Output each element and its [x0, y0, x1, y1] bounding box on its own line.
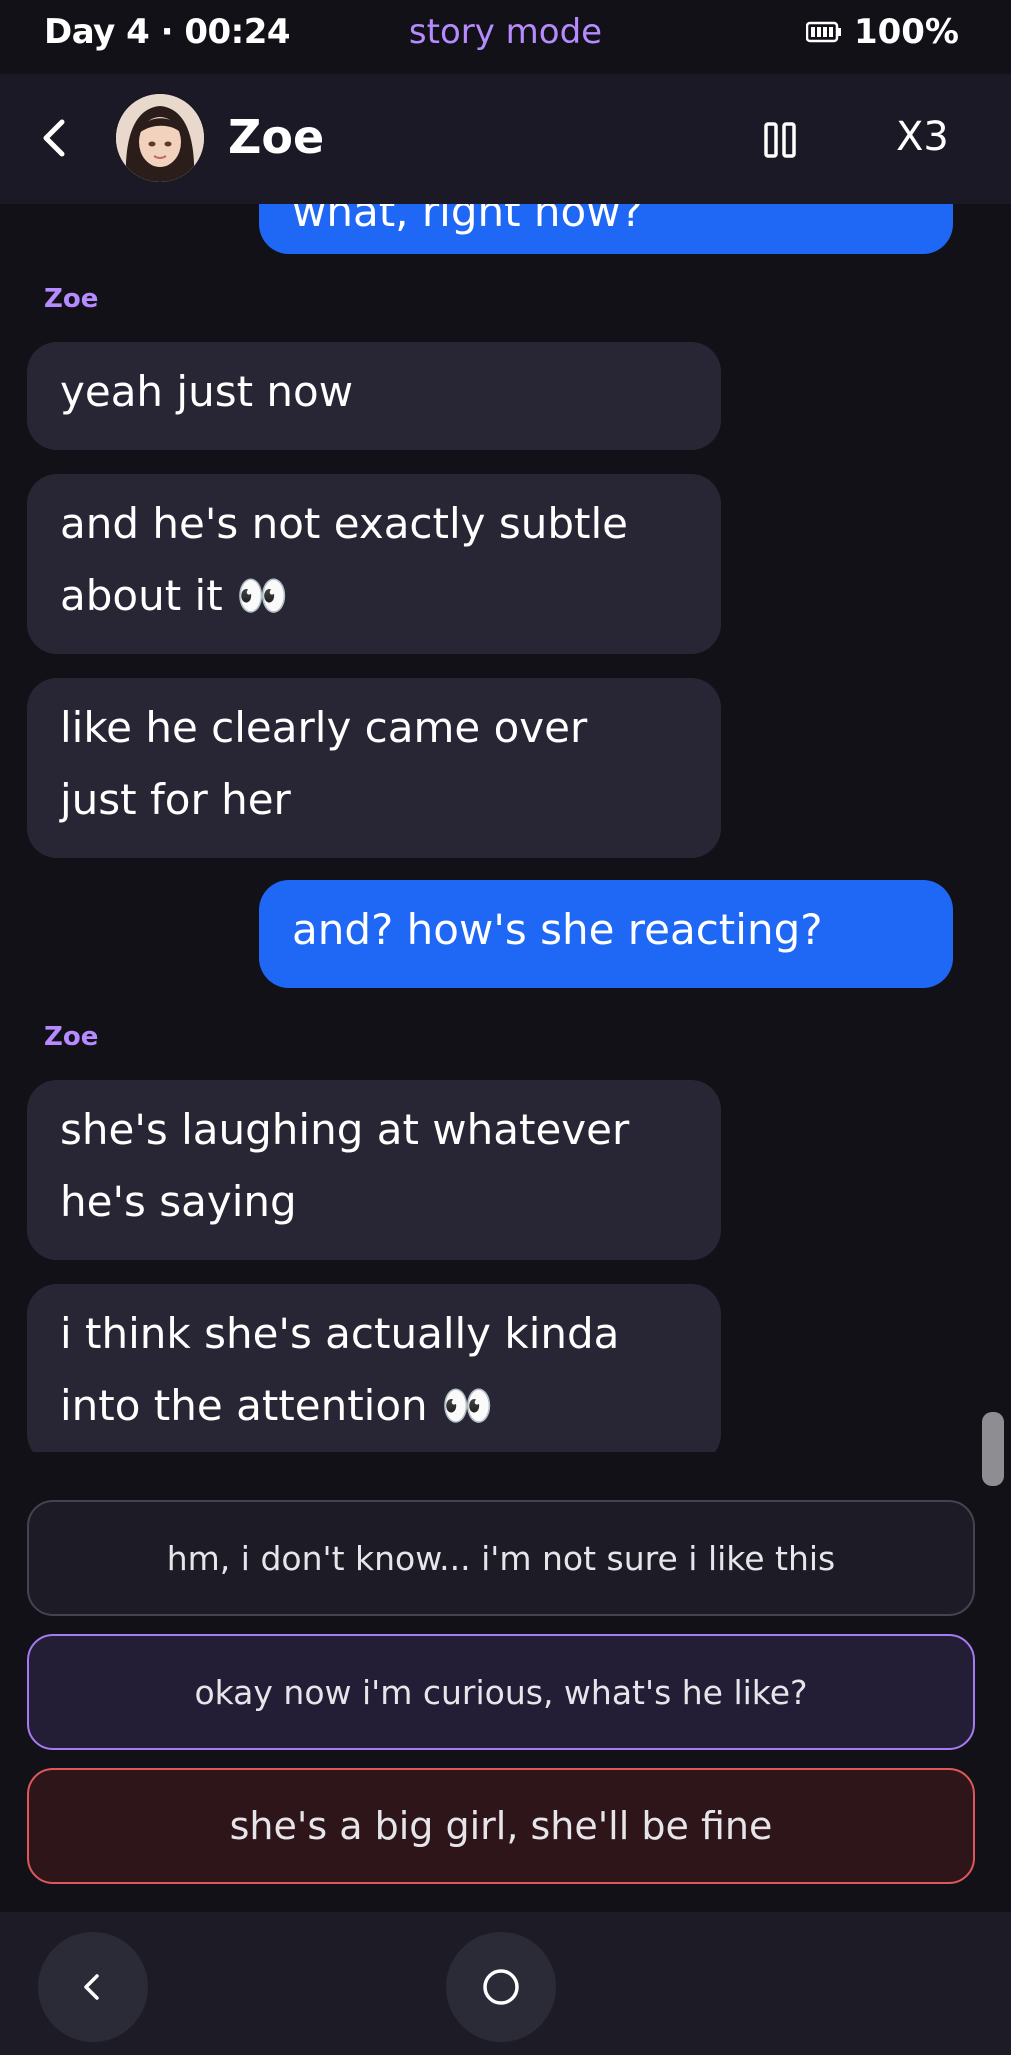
avatar[interactable]: [116, 94, 204, 182]
incoming-message: like he clearly came over just for her: [27, 678, 721, 858]
nav-home-icon: [483, 1969, 519, 2005]
battery-percent: 100%: [853, 12, 959, 52]
speed-toggle[interactable]: X3: [896, 114, 949, 160]
back-arrow-icon[interactable]: [34, 112, 74, 164]
choice-label: okay now i'm curious, what's he like?: [194, 1672, 808, 1712]
choice-label: she's a big girl, she'll be fine: [229, 1804, 773, 1848]
message-text: yeah just now: [60, 367, 354, 416]
day-time-label: Day 4 · 00:24: [44, 12, 291, 52]
sender-label: Zoe: [44, 284, 99, 314]
bottom-nav: [0, 1912, 1011, 2055]
chat-header: Zoe X3: [0, 74, 1011, 204]
avatar-image: [116, 94, 204, 182]
sender-label: Zoe: [44, 1022, 99, 1052]
choice-button-dismissive[interactable]: she's a big girl, she'll be fine: [27, 1768, 975, 1884]
choice-label: hm, i don't know... i'm not sure i like …: [166, 1538, 836, 1578]
message-text: and? how's she reacting?: [292, 905, 823, 954]
scrollbar-thumb[interactable]: [982, 1412, 1004, 1486]
contact-name: Zoe: [228, 110, 325, 164]
message-line: and he's not exactly subtle: [60, 499, 629, 548]
incoming-message: and he's not exactly subtle about it 👀: [27, 474, 721, 654]
choice-button-hesitant[interactable]: hm, i don't know... i'm not sure i like …: [27, 1500, 975, 1616]
message-line: i think she's actually kinda: [60, 1309, 620, 1358]
outgoing-message: and? how's she reacting?: [259, 880, 953, 988]
outgoing-message: what, right now?: [259, 204, 953, 254]
message-line: she's laughing at whatever: [60, 1105, 630, 1154]
chat-area[interactable]: what, right now? Zoe yeah just now and h…: [0, 204, 1011, 1452]
nav-home-button[interactable]: [446, 1932, 556, 2042]
message-line: he's saying: [60, 1177, 297, 1226]
battery-icon: [805, 21, 841, 43]
message-line: just for her: [60, 775, 291, 824]
choice-button-curious[interactable]: okay now i'm curious, what's he like?: [27, 1634, 975, 1750]
pause-icon[interactable]: [762, 120, 800, 160]
nav-back-icon: [84, 1974, 99, 2000]
message-line: into the attention 👀: [60, 1381, 494, 1430]
incoming-message: i think she's actually kinda into the at…: [27, 1284, 721, 1452]
message-line: about it 👀: [60, 571, 289, 620]
message-line: like he clearly came over: [60, 703, 588, 752]
nav-back-button[interactable]: [38, 1932, 148, 2042]
incoming-message: yeah just now: [27, 342, 721, 450]
status-bar: Day 4 · 00:24 story mode 100%: [0, 0, 1011, 66]
message-text: what, right now?: [292, 204, 643, 236]
story-mode-label: story mode: [408, 12, 603, 52]
incoming-message: she's laughing at whatever he's saying: [27, 1080, 721, 1260]
